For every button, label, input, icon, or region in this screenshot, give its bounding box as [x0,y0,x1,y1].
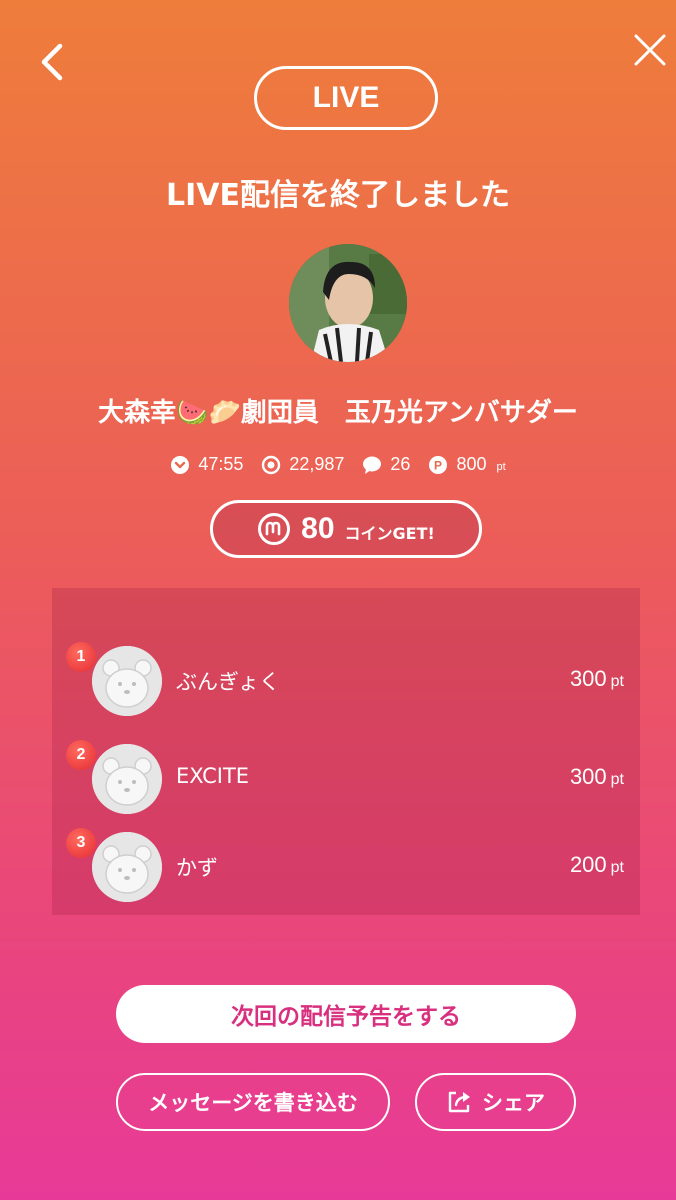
share-label: シェア [482,1091,545,1115]
ranking-points-unit: pt [610,771,624,788]
close-button[interactable] [632,32,668,68]
dumpling-emoji: 🥟 [208,398,241,428]
ranking-row[interactable]: 2 EXCITE 300 pt [52,740,640,818]
rank-badge: 2 [66,740,96,770]
ranking-points: 300 pt [570,764,624,790]
points-value: 800 [456,454,487,474]
live-badge: LIVE [254,66,438,130]
comments-value: 26 [390,454,411,474]
share-button[interactable]: シェア [415,1073,576,1131]
back-button[interactable] [36,40,76,84]
points-unit: pt [496,461,506,473]
write-message-button[interactable]: メッセージを書き込む [116,1073,390,1131]
coin-icon [258,513,291,545]
stat-points: P 800 pt [428,454,506,475]
stat-comments: 26 [362,454,410,475]
rank-badge: 1 [66,642,96,672]
coin-label: コインGET! [344,524,435,543]
ranking-points-value: 300 [569,666,607,691]
watermelon-emoji: 🍉 [176,398,209,428]
stats-row: 47:55 22,987 26 P 800 pt [0,454,676,475]
clock-icon [171,455,190,474]
ranking-name: ぶんぎょく [176,670,280,694]
ranking-list: 1 ぶんぎょく 300 pt 2 EXCITE 300 pt 3 かず 200 … [52,588,640,915]
ranking-name: かず [176,856,218,880]
ranking-points: 200 pt [570,852,624,878]
viewers-icon [262,455,281,474]
streamer-avatar[interactable] [289,244,407,362]
chevron-left-icon [41,43,63,81]
points-icon: P [429,455,448,474]
close-icon [634,34,666,66]
ranking-points-unit: pt [610,673,624,690]
viewers-value: 22,987 [289,454,345,474]
page-title: LIVE配信を終了しました [166,178,510,213]
coin-get-badge: 80 コインGET! [210,500,482,558]
stat-duration: 47:55 [170,454,243,475]
ranking-points-value: 300 [569,764,607,789]
bear-avatar-icon [92,646,162,716]
rank-badge: 3 [66,828,96,858]
bear-avatar-icon [92,832,162,902]
ranking-points: 300 pt [570,666,624,692]
ranking-row[interactable]: 3 かず 200 pt [52,828,640,906]
avatar-photo [289,244,407,362]
ranking-name: EXCITE [176,764,250,788]
streamer-name-part2: 劇団員 玉乃光アンバサダー [240,398,578,428]
share-icon [448,1091,470,1113]
ranking-points-value: 200 [569,852,607,877]
write-message-label: メッセージを書き込む [148,1091,358,1115]
comment-icon [363,456,382,474]
svg-text:P: P [434,458,442,472]
streamer-name-part1: 大森幸 [98,398,177,428]
stat-viewers: 22,987 [261,454,344,475]
duration-value: 47:55 [198,454,244,474]
schedule-next-stream-button[interactable]: 次回の配信予告をする [116,985,576,1043]
ranking-row[interactable]: 1 ぶんぎょく 300 pt [52,642,640,720]
coin-amount: 80 [301,512,335,545]
ranking-points-unit: pt [610,859,624,876]
bear-avatar-icon [92,744,162,814]
streamer-name: 大森幸🍉🥟劇団員 玉乃光アンバサダー [0,392,676,429]
